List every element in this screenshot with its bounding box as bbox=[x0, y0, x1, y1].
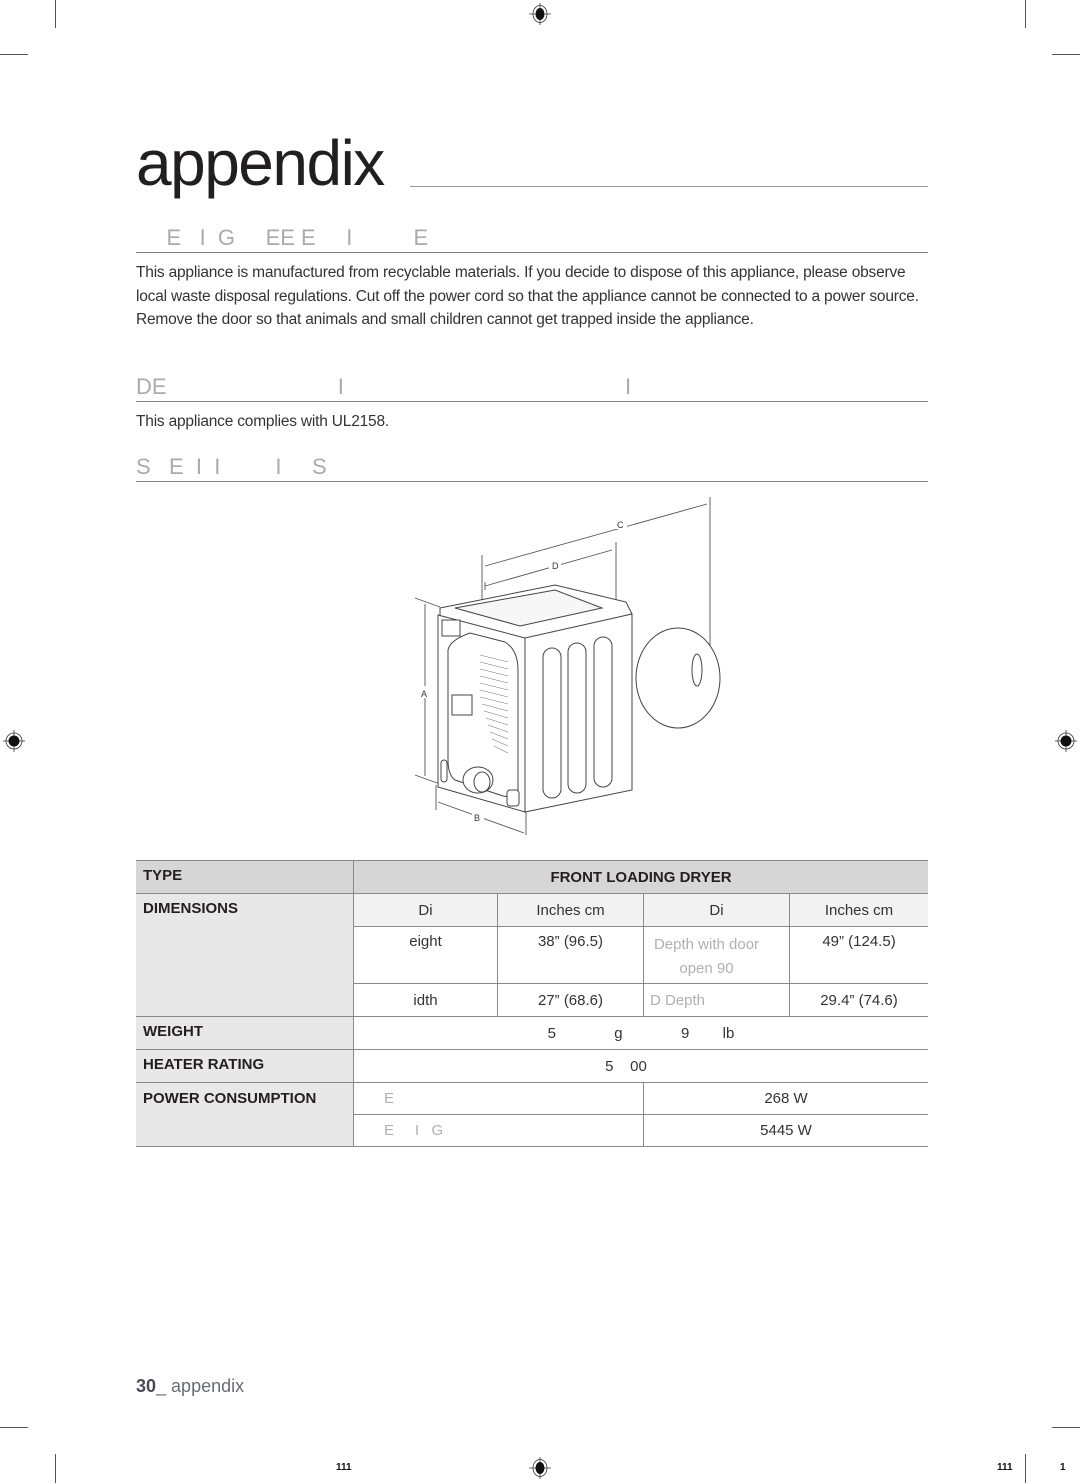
crop-mark bbox=[55, 0, 56, 28]
crop-mark bbox=[0, 54, 28, 55]
registration-mark-icon bbox=[3, 730, 25, 752]
registration-mark-icon bbox=[1055, 730, 1077, 752]
dim-name: eight bbox=[353, 926, 498, 984]
page-number: 30 bbox=[136, 1376, 157, 1396]
footer-section: appendix bbox=[171, 1376, 245, 1396]
section-heading-compliance: DE I I bbox=[136, 375, 928, 402]
specifications-table: TYPE FRONT LOADING DRYER DIMENSIONS Di I… bbox=[136, 860, 928, 1147]
disposal-paragraph: This appliance is manufactured from recy… bbox=[136, 264, 919, 328]
crop-mark bbox=[1052, 54, 1080, 55]
heater-rating-label: HEATER RATING bbox=[136, 1049, 354, 1083]
compliance-paragraph: This appliance complies with UL2158. bbox=[136, 413, 389, 430]
table-row-power: POWER CONSUMPTION E 268 W bbox=[136, 1082, 928, 1147]
dim-name: D Depth bbox=[643, 983, 790, 1017]
dim-value: 49” (124.5) bbox=[789, 926, 928, 984]
table-row-dimensions-header: DIMENSIONS Di Inches cm Di Inches cm bbox=[136, 893, 928, 1017]
table-row-heater: HEATER RATING 5 00 bbox=[136, 1049, 928, 1083]
weight-value: 5 g 9 lb bbox=[353, 1016, 928, 1050]
dryer-door bbox=[635, 627, 721, 729]
power-mode-name: E bbox=[353, 1082, 644, 1115]
heater-rating-value: 5 00 bbox=[353, 1049, 928, 1083]
type-label: TYPE bbox=[136, 860, 354, 894]
diagram-label-c: C bbox=[617, 520, 624, 530]
table-row-type: TYPE FRONT LOADING DRYER bbox=[136, 860, 928, 894]
registration-mark-icon bbox=[529, 1457, 551, 1479]
dryer-dimension-diagram: C D A B bbox=[414, 497, 721, 835]
diagram-label-a: A bbox=[421, 689, 427, 699]
title-rule bbox=[410, 186, 928, 187]
diagram-label-b: B bbox=[474, 813, 480, 823]
power-consumption-label: POWER CONSUMPTION bbox=[136, 1082, 354, 1147]
crop-mark bbox=[1052, 1427, 1080, 1428]
crop-mark bbox=[0, 1427, 28, 1428]
footer-separator: _ bbox=[156, 1376, 172, 1396]
crop-mark bbox=[55, 1454, 56, 1483]
dim-header-unit-2: Inches cm bbox=[789, 893, 928, 927]
dim-header-name-1: Di bbox=[353, 893, 498, 927]
dim-name: idth bbox=[353, 983, 498, 1017]
print-page-right: 1 bbox=[1060, 1462, 1066, 1473]
dim-header-name-2: Di bbox=[643, 893, 790, 927]
dim-value: 27” (68.6) bbox=[497, 983, 644, 1017]
crop-mark bbox=[1025, 0, 1026, 28]
page-title: appendix bbox=[136, 127, 385, 199]
dimensions-label: DIMENSIONS bbox=[136, 893, 354, 1017]
power-mode-name: E I G bbox=[353, 1114, 644, 1147]
type-value: FRONT LOADING DRYER bbox=[353, 860, 928, 894]
weight-label: WEIGHT bbox=[136, 1016, 354, 1050]
dim-value: 38” (96.5) bbox=[497, 926, 644, 984]
print-code-right: 111 bbox=[997, 1462, 1013, 1473]
dimension-line-d bbox=[484, 549, 613, 587]
dim-value: 29.4” (74.6) bbox=[789, 983, 928, 1017]
power-mode-value: 268 W bbox=[643, 1082, 928, 1115]
dimension-line-c bbox=[484, 503, 708, 567]
page-footer: 30_ appendix bbox=[136, 1376, 244, 1397]
dim-name: Depth with door open 90 bbox=[643, 926, 790, 984]
diagram-label-d: D bbox=[552, 561, 559, 571]
dim-header-unit-1: Inches cm bbox=[497, 893, 644, 927]
print-code-left: 111 bbox=[336, 1462, 352, 1473]
section-heading-specifications: S E I I I S bbox=[136, 455, 928, 482]
table-row-weight: WEIGHT 5 g 9 lb bbox=[136, 1016, 928, 1050]
section-heading-disposal: E I G EE E I E bbox=[136, 226, 928, 253]
power-mode-value: 5445 W bbox=[643, 1114, 928, 1147]
crop-mark bbox=[1025, 1454, 1026, 1483]
registration-mark-icon bbox=[529, 3, 551, 25]
